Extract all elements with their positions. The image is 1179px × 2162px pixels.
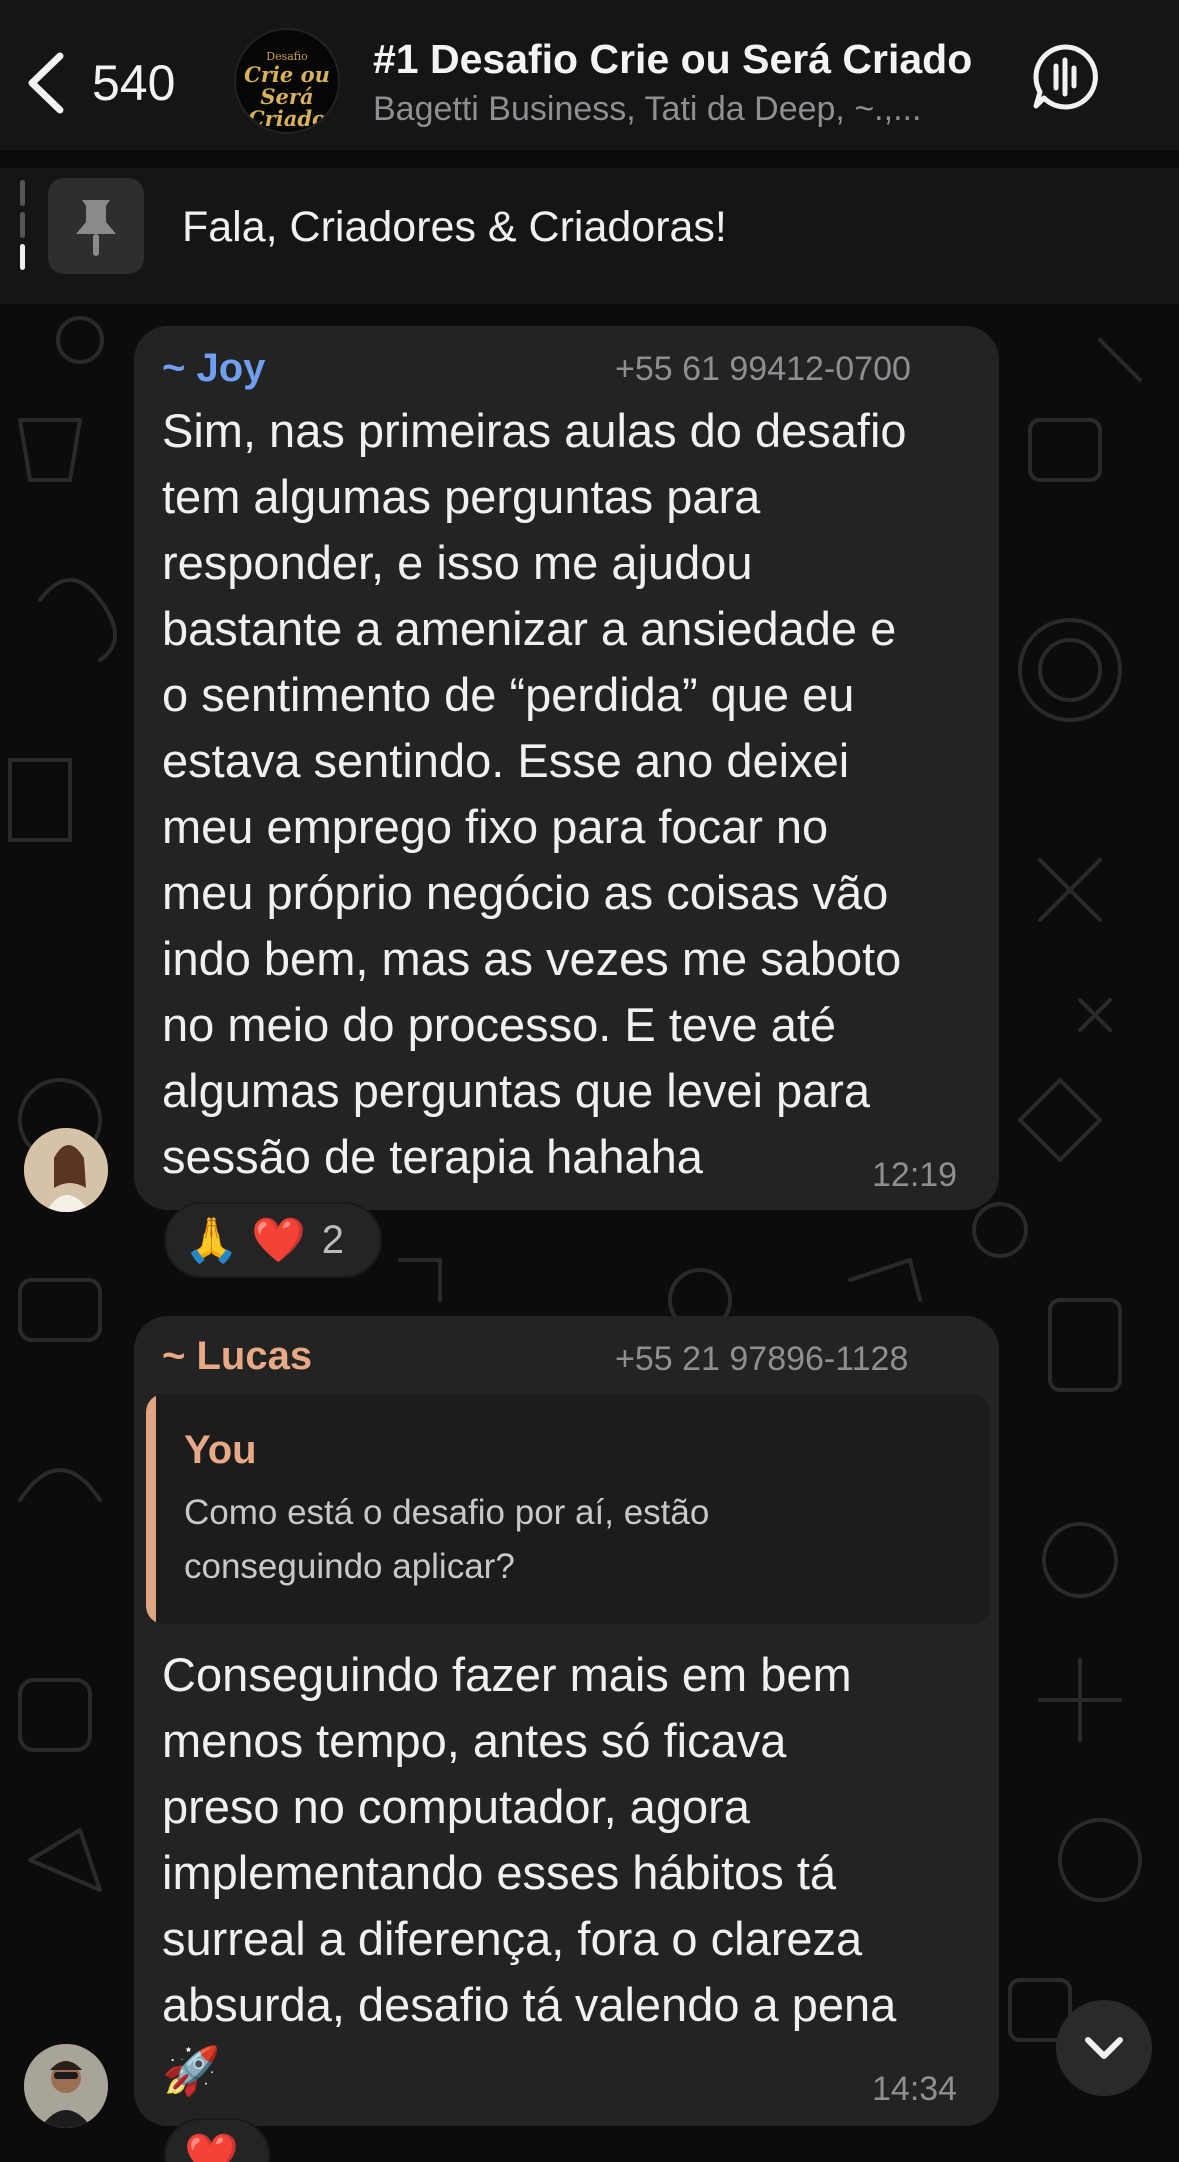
sender-phone: +55 21 97896-1128 (615, 1340, 909, 1378)
chevron-left-icon[interactable] (22, 50, 72, 116)
message-line: menos tempo, antes só ficava (162, 1714, 787, 1767)
reply-quote-line: conseguindo aplicar? (184, 1547, 515, 1586)
reaction-pill[interactable]: ❤️ (164, 2118, 270, 2162)
message-line: indo bem, mas as vezes me saboto (162, 932, 902, 985)
sender-name[interactable]: ~ Lucas (162, 1334, 312, 1379)
reply-quote[interactable]: You Como está o desafio por aí, estão co… (146, 1394, 990, 1624)
group-logo-main-text: Crie ou Será Criado (244, 62, 330, 131)
message-line: implementando esses hábitos tá (162, 1846, 837, 1899)
message-line: o sentimento de “perdida” que eu (162, 668, 855, 721)
message-line: absurda, desafio tá valendo a pena (162, 1978, 897, 2031)
reply-quote-bar (146, 1394, 156, 1624)
reaction-emojis: ❤️ (184, 2132, 239, 2162)
message-line: surreal a diferença, fora o clareza (162, 1912, 863, 1965)
voice-chat-icon[interactable] (1030, 42, 1100, 112)
message-line: preso no computador, agora (162, 1780, 750, 1833)
message-line: 🚀 (162, 2044, 221, 2097)
reaction-pill[interactable]: 🙏 ❤️ 2 (164, 1202, 382, 1278)
message-line: Sim, nas primeiras aulas do desafio (162, 404, 907, 457)
avatar-image (24, 1128, 108, 1212)
avatar[interactable] (24, 1128, 108, 1212)
scroll-to-bottom-button[interactable] (1056, 2000, 1152, 2096)
message-line: no meio do processo. E teve até (162, 998, 837, 1051)
group-members[interactable]: Bagetti Business, Tati da Deep, ~.,... (373, 90, 921, 129)
pin-icon (76, 200, 116, 256)
message-text: Sim, nas primeiras aulas do desafio tem … (162, 398, 907, 1190)
chat-header: 540 Desafio Crie ou Será Criado #1 Desaf… (0, 0, 1179, 150)
sender-name[interactable]: ~ Joy (162, 346, 265, 391)
group-title[interactable]: #1 Desafio Crie ou Será Criado (373, 36, 972, 83)
reply-quote-line: Como está o desafio por aí, estão (184, 1493, 710, 1532)
pin-icon-box[interactable] (48, 178, 144, 274)
message-text: Conseguindo fazer mais em bem menos temp… (162, 1642, 896, 2104)
message-time: 14:34 (872, 2070, 958, 2108)
reply-quote-author: You (184, 1428, 257, 1472)
avatar[interactable] (24, 2044, 108, 2128)
reaction-count: 2 (321, 1217, 345, 1262)
chevron-down-icon (1085, 2037, 1123, 2059)
message-line: estava sentindo. Esse ano deixei (162, 734, 850, 787)
group-avatar[interactable]: Desafio Crie ou Será Criado (234, 28, 340, 134)
avatar-image (24, 2044, 108, 2128)
message-line: algumas perguntas que levei para (162, 1064, 871, 1117)
message-line: meu emprego fixo para focar no (162, 800, 829, 853)
sender-phone: +55 61 99412-0700 (615, 350, 911, 388)
message-line: bastante a amenizar a ansiedade e (162, 602, 897, 655)
message-line: Conseguindo fazer mais em bem (162, 1648, 852, 1701)
message-line: sessão de terapia hahaha (162, 1130, 703, 1183)
message-time: 12:19 (872, 1156, 958, 1194)
reply-quote-text: Como está o desafio por aí, estão conseg… (184, 1486, 964, 1594)
message-line: responder, e isso me ajudou (162, 536, 753, 589)
chat-screen: 540 Desafio Crie ou Será Criado #1 Desaf… (0, 0, 1179, 2162)
pinned-message-text[interactable]: Fala, Criadores & Criadoras! (182, 203, 727, 252)
back-unread-count[interactable]: 540 (92, 54, 175, 112)
reaction-emojis: 🙏 ❤️ (184, 1216, 306, 1265)
pinned-indicator (20, 180, 26, 272)
message-line: meu próprio negócio as coisas vão (162, 866, 889, 919)
message-line: tem algumas perguntas para (162, 470, 761, 523)
